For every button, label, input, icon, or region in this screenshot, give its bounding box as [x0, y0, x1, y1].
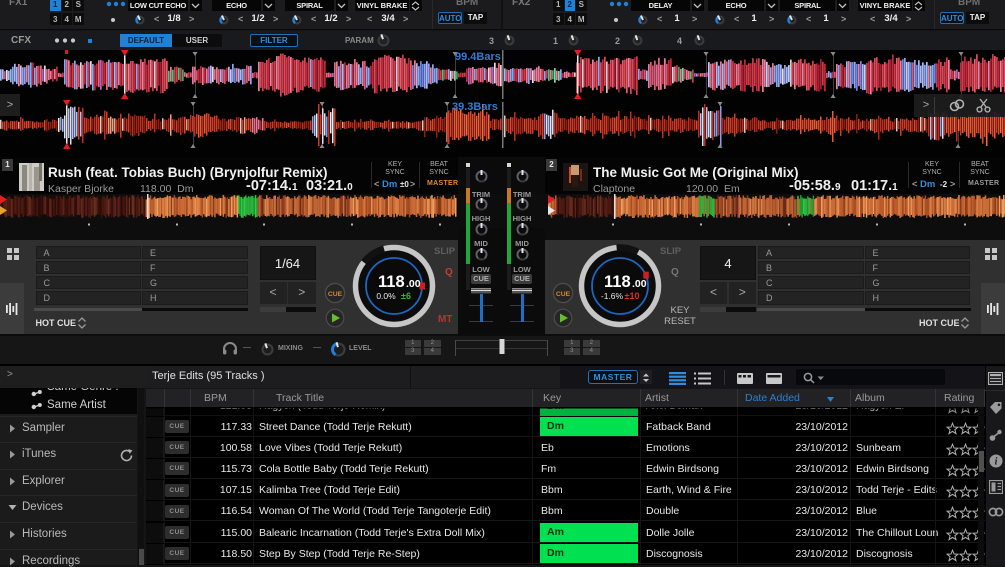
svg-text:±6: ±6 — [401, 291, 411, 301]
svg-text:0.0%: 0.0% — [376, 291, 396, 301]
svg-text:118: 118 — [604, 273, 631, 291]
svg-text:118: 118 — [378, 273, 405, 291]
svg-text:±10: ±10 — [625, 291, 640, 301]
svg-text:.00: .00 — [632, 278, 647, 290]
svg-text:.00: .00 — [406, 278, 421, 290]
svg-text:CUE: CUE — [328, 291, 343, 298]
svg-text:CUE: CUE — [556, 291, 571, 298]
svg-text:-1.6%: -1.6% — [601, 291, 624, 301]
svg-text:i: i — [995, 457, 998, 468]
